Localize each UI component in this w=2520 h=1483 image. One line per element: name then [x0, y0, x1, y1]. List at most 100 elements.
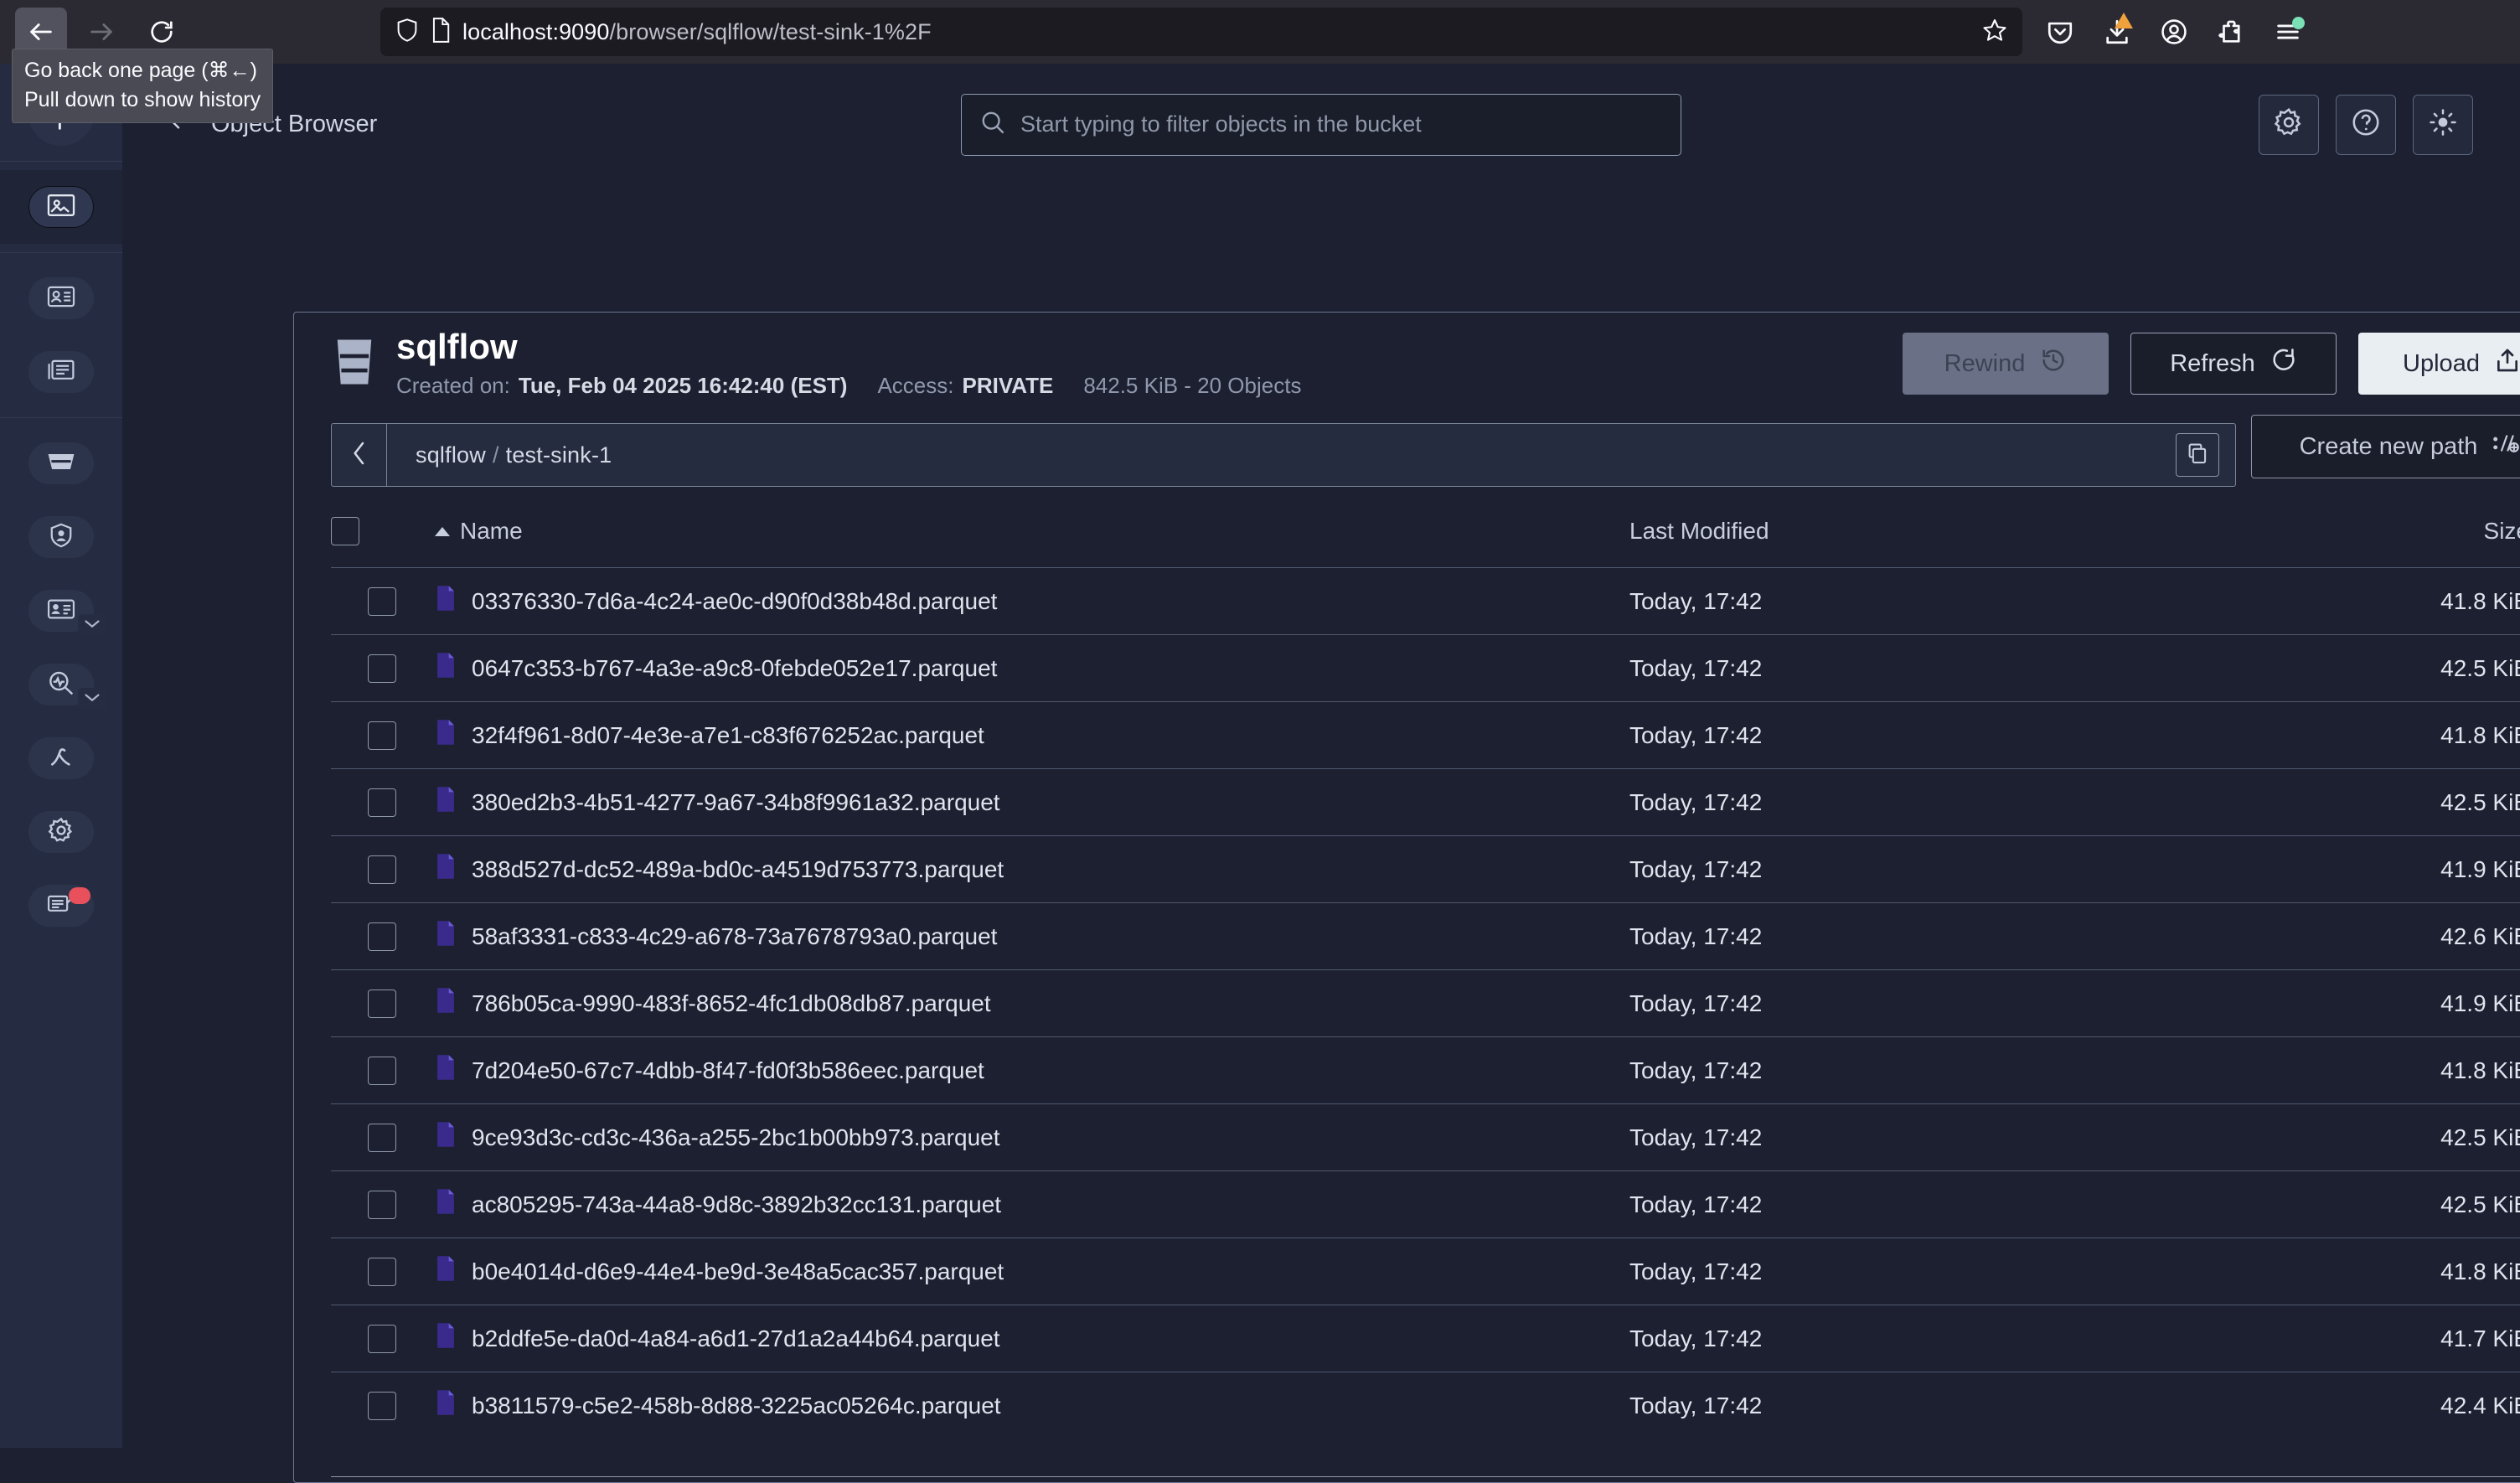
table-row[interactable]: b0e4014d-d6e9-44e4-be9d-3e48a5cac357.par… [331, 1238, 2520, 1305]
file-size: 42.4 KiB [2440, 1392, 2520, 1418]
forward-arrow-icon [87, 18, 116, 46]
row-checkbox[interactable] [368, 1190, 396, 1219]
table-row[interactable]: b3811579-c5e2-458b-8d88-3225ac05264c.par… [331, 1372, 2520, 1439]
downloads-icon[interactable] [2091, 8, 2143, 56]
table-row[interactable]: b2ddfe5e-da0d-4a84-a6d1-27d1a2a44b64.par… [331, 1305, 2520, 1372]
account-icon[interactable] [2148, 8, 2200, 56]
access-value: PRIVATE [962, 372, 1054, 398]
row-name-cell[interactable]: 380ed2b3-4b51-4277-9a67-34b8f9961a32.par… [435, 769, 1629, 836]
row-name-cell[interactable]: 7d204e50-67c7-4dbb-8f47-fd0f3b586eec.par… [435, 1037, 1629, 1104]
row-checkbox[interactable] [368, 1123, 396, 1152]
sidebar-item-monitoring[interactable] [0, 648, 122, 721]
sidebar-item-object-browser[interactable] [0, 170, 122, 244]
help-button[interactable] [2336, 94, 2396, 155]
buckets-icon [46, 451, 76, 477]
table-row[interactable]: 58af3331-c833-4c29-a678-73a7678793a0.par… [331, 902, 2520, 970]
row-checkbox[interactable] [368, 1056, 396, 1085]
chevron-down-icon [84, 617, 101, 633]
table-row[interactable]: 388d527d-dc52-489a-bd0c-a4519d753773.par… [331, 835, 2520, 903]
breadcrumb-bucket[interactable]: sqlflow [416, 442, 486, 468]
license-badge [69, 887, 90, 904]
refresh-button[interactable]: Refresh [2130, 333, 2337, 395]
bookmark-star-icon[interactable] [1982, 18, 2007, 47]
column-header-size[interactable]: Size [2283, 502, 2520, 568]
url-bar[interactable]: localhost:9090/browser/sqlflow/test-sink… [380, 8, 2022, 56]
bucket-name: sqlflow [396, 327, 518, 367]
row-checkbox[interactable] [368, 788, 396, 817]
row-checkbox[interactable] [368, 855, 396, 884]
light-mode-button[interactable] [2413, 94, 2473, 155]
sidebar-item-license[interactable] [0, 869, 122, 943]
row-name-cell[interactable]: ac805295-743a-44a8-9d8c-3892b32cc131.par… [435, 1171, 1629, 1238]
row-name-cell[interactable]: 32f4f961-8d07-4e3e-a7e1-c83f676252ac.par… [435, 702, 1629, 769]
row-modified-cell: Today, 17:42 [1629, 1037, 2283, 1104]
table-row[interactable]: 9ce93d3c-cd3c-436a-a255-2bc1b00bb973.par… [331, 1103, 2520, 1171]
extensions-icon[interactable] [2205, 8, 2257, 56]
row-name-cell[interactable]: 58af3331-c833-4c29-a678-73a7678793a0.par… [435, 903, 1629, 970]
rewind-button[interactable]: Rewind [1903, 333, 2109, 395]
row-name-cell[interactable]: 388d527d-dc52-489a-bd0c-a4519d753773.par… [435, 836, 1629, 903]
sidebar-item-identity[interactable] [0, 500, 122, 574]
table-row[interactable]: 32f4f961-8d07-4e3e-a7e1-c83f676252ac.par… [331, 701, 2520, 769]
table-row[interactable]: 0647c353-b767-4a3e-a9c8-0febde052e17.par… [331, 634, 2520, 702]
shield-icon[interactable] [395, 18, 419, 47]
file-size: 41.9 KiB [2440, 990, 2520, 1016]
table-row[interactable]: 03376330-7d6a-4c24-ae0c-d90f0d38b48d.par… [331, 567, 2520, 635]
breadcrumb[interactable]: sqlflow / test-sink-1 [387, 424, 2168, 486]
row-name-cell[interactable]: b2ddfe5e-da0d-4a84-a6d1-27d1a2a44b64.par… [435, 1305, 1629, 1372]
users-expand-caret[interactable] [78, 614, 106, 636]
hamburger-menu-icon[interactable] [2262, 8, 2314, 56]
sidebar-item-access-keys[interactable] [0, 261, 122, 335]
row-name-cell[interactable]: b3811579-c5e2-458b-8d88-3225ac05264c.par… [435, 1372, 1629, 1439]
bucket-actions: Rewind Refresh Upload [1903, 333, 2520, 395]
row-size-cell: 41.9 KiB [2283, 836, 2520, 903]
row-checkbox[interactable] [368, 586, 396, 616]
table-row[interactable]: ac805295-743a-44a8-9d8c-3892b32cc131.par… [331, 1170, 2520, 1238]
back-arrow-icon [27, 18, 55, 46]
sidebar-item-buckets[interactable] [0, 426, 122, 500]
browser-toolbar-icons [2034, 8, 2314, 56]
sidebar-item-events[interactable] [0, 721, 122, 795]
file-size: 41.7 KiB [2440, 1325, 2520, 1351]
row-checkbox[interactable] [368, 654, 396, 683]
table-row[interactable]: 380ed2b3-4b51-4277-9a67-34b8f9961a32.par… [331, 768, 2520, 836]
create-new-path-button[interactable]: Create new path [2251, 415, 2520, 478]
sun-icon [2429, 108, 2457, 141]
sidebar-item-users[interactable] [0, 574, 122, 648]
row-checkbox[interactable] [368, 721, 396, 750]
topbar-actions [2259, 94, 2473, 155]
select-all-checkbox[interactable] [331, 517, 359, 545]
column-header-last-modified[interactable]: Last Modified [1629, 502, 2283, 568]
row-select-cell [331, 836, 435, 903]
row-checkbox[interactable] [368, 922, 396, 951]
sidebar-item-documentation[interactable] [0, 335, 122, 409]
copy-path-button[interactable] [2168, 424, 2227, 486]
row-checkbox[interactable] [368, 989, 396, 1018]
row-name-cell[interactable]: b0e4014d-d6e9-44e4-be9d-3e48a5cac357.par… [435, 1238, 1629, 1305]
breadcrumb-path[interactable]: test-sink-1 [506, 442, 612, 468]
table-row[interactable]: 786b05ca-9990-483f-8652-4fc1db08db87.par… [331, 969, 2520, 1037]
file-size: 42.5 KiB [2440, 654, 2520, 681]
row-checkbox[interactable] [368, 1324, 396, 1353]
monitoring-expand-caret[interactable] [78, 688, 106, 710]
search-input[interactable] [1020, 111, 1662, 137]
object-filter-search[interactable] [961, 93, 1681, 156]
row-select-cell [331, 1037, 435, 1104]
breadcrumb-back-button[interactable] [332, 424, 387, 486]
row-checkbox[interactable] [368, 1391, 396, 1420]
row-name-cell[interactable]: 0647c353-b767-4a3e-a9c8-0febde052e17.par… [435, 635, 1629, 702]
upload-button[interactable]: Upload [2358, 333, 2520, 395]
column-header-name[interactable]: Name [435, 502, 1629, 568]
settings-button[interactable] [2259, 94, 2319, 155]
select-all-header [331, 502, 435, 568]
users-icon [47, 598, 75, 624]
row-checkbox[interactable] [368, 1257, 396, 1286]
table-row[interactable]: 7d204e50-67c7-4dbb-8f47-fd0f3b586eec.par… [331, 1036, 2520, 1104]
row-name-cell[interactable]: 9ce93d3c-cd3c-436a-a255-2bc1b00bb973.par… [435, 1104, 1629, 1171]
row-modified-cell: Today, 17:42 [1629, 1238, 2283, 1305]
sidebar-item-settings[interactable] [0, 795, 122, 869]
row-name-cell[interactable]: 03376330-7d6a-4c24-ae0c-d90f0d38b48d.par… [435, 568, 1629, 635]
row-name-cell[interactable]: 786b05ca-9990-483f-8652-4fc1db08db87.par… [435, 970, 1629, 1037]
pocket-icon[interactable] [2034, 8, 2086, 56]
tooltip-line-2: Pull down to show history [24, 87, 261, 111]
